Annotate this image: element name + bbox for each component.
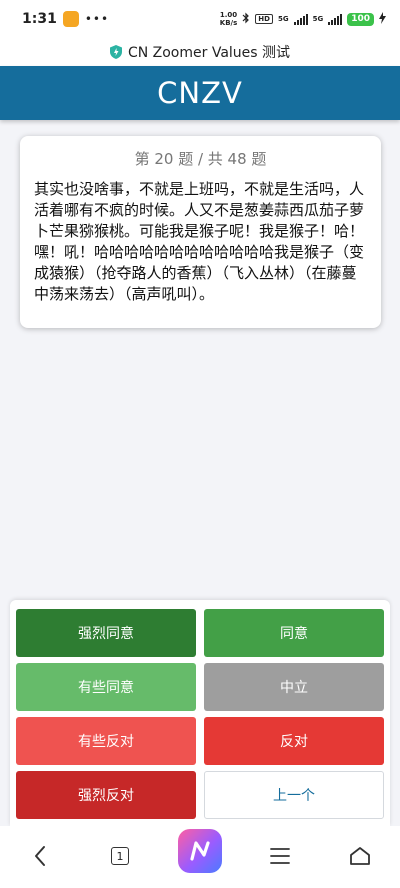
browser-title-bar[interactable]: CN Zoomer Values 测试	[0, 38, 400, 66]
more-notifications-icon: •••	[84, 12, 110, 26]
status-right: 1.00 KB/s HD 5G 5G 100	[220, 11, 386, 27]
bluetooth-icon	[242, 12, 250, 27]
question-progress: 第 20 题 / 共 48 题	[134, 150, 267, 168]
somewhat-disagree-button[interactable]: 有些反对	[16, 717, 196, 765]
network-speed-unit: KB/s	[219, 19, 238, 27]
charging-icon	[379, 11, 386, 27]
app-title: CNZV	[157, 76, 243, 110]
strong-agree-button[interactable]: 强烈同意	[16, 609, 196, 657]
previous-button[interactable]: 上一个	[204, 771, 384, 819]
nav-home-button[interactable]	[340, 836, 380, 876]
status-bar: 1:31 ••• 1.00 KB/s HD 5G 5G 100	[0, 0, 400, 38]
nav-menu-button[interactable]	[260, 836, 300, 876]
shield-icon	[109, 45, 122, 59]
home-icon	[350, 847, 370, 865]
disagree-button[interactable]: 反对	[204, 717, 384, 765]
network-type-1: 5G	[277, 15, 289, 23]
app-header: CNZV	[0, 66, 400, 120]
hd-voice-badge: HD	[255, 14, 273, 24]
status-left: 1:31 •••	[22, 11, 109, 27]
nav-browser-app-button[interactable]	[178, 829, 222, 873]
page-title: CN Zoomer Values 测试	[127, 45, 291, 61]
notification-app-icon	[62, 11, 79, 27]
signal-strength-icon-2	[328, 13, 343, 25]
tabs-icon: 1	[111, 847, 129, 865]
chevron-left-icon	[35, 846, 45, 866]
network-speed: 1.00 KB/s	[220, 11, 237, 27]
network-speed-value: 1.00	[219, 11, 238, 19]
signal-strength-icon	[293, 13, 308, 25]
agree-button[interactable]: 同意	[204, 609, 384, 657]
battery-level: 100	[347, 12, 374, 26]
nav-tabs-button[interactable]: 1	[100, 836, 140, 876]
question-text: 其实也没啥事，不就是上班吗，不就是生活吗，人活着哪有不疯的时候。人又不是葱姜蒜西…	[34, 180, 365, 303]
nav-back-button[interactable]	[20, 836, 60, 876]
strong-disagree-button[interactable]: 强烈反对	[16, 771, 196, 819]
answer-panel: 强烈同意 同意 有些同意 中立 有些反对 反对 强烈反对 上一个	[10, 600, 390, 826]
browser-app-icon	[178, 829, 222, 873]
status-time: 1:31	[22, 11, 57, 27]
menu-icon	[270, 848, 290, 864]
neutral-button[interactable]: 中立	[204, 663, 384, 711]
question-card: 第 20 题 / 共 48 题 其实也没啥事，不就是上班吗，不就是生活吗，人活着…	[20, 136, 381, 328]
network-type-2: 5G	[312, 15, 324, 23]
somewhat-agree-button[interactable]: 有些同意	[16, 663, 196, 711]
bottom-navigation: 1	[0, 826, 400, 888]
